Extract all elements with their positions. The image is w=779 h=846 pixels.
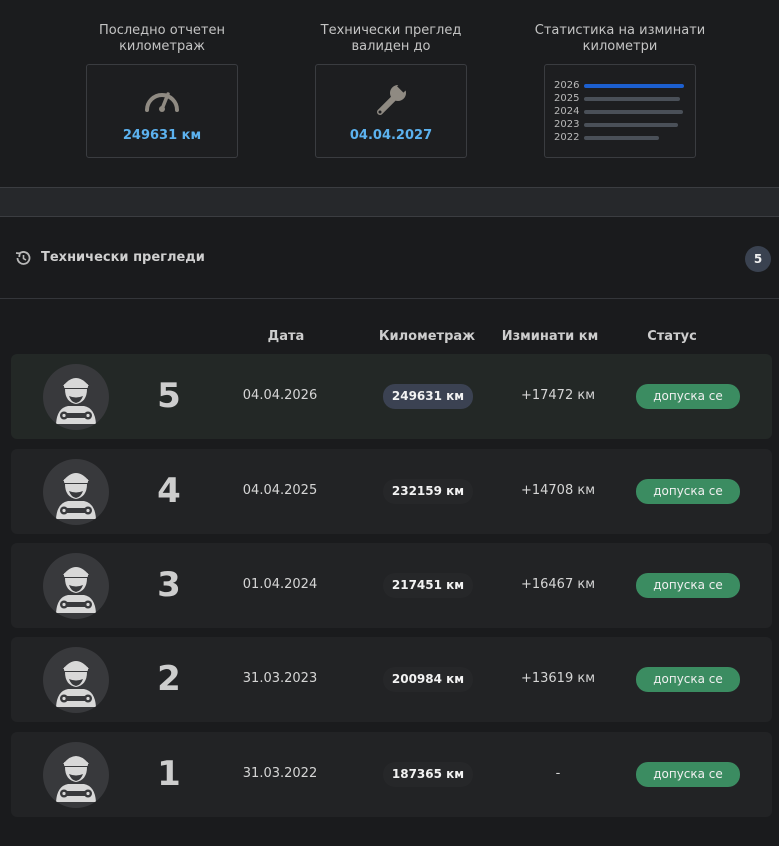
avatar bbox=[43, 364, 109, 430]
stat-year: 2023 bbox=[554, 119, 580, 130]
status-badge: допуска се bbox=[636, 479, 740, 504]
row-mileage-badge: 232159 км bbox=[383, 479, 473, 504]
status-badge: допуска се bbox=[636, 384, 740, 409]
row-date: 31.03.2022 bbox=[242, 766, 318, 781]
count-badge: 5 bbox=[745, 246, 771, 272]
summary-panel: Последно отчетен километраж 249631 км Те… bbox=[0, 0, 779, 187]
stat-bar bbox=[584, 110, 683, 114]
row-diff: +17472 км bbox=[520, 388, 596, 403]
col-header-mileage: Километраж bbox=[378, 329, 476, 344]
row-diff: +14708 км bbox=[520, 483, 596, 498]
table-row[interactable]: 1 31.03.2022 187365 км - допуска се bbox=[11, 732, 772, 817]
row-date: 04.04.2026 bbox=[242, 388, 318, 403]
inspection-card-title: Технически преглед валиден до bbox=[320, 23, 462, 54]
mileage-value: 249631 км bbox=[122, 128, 202, 143]
inspection-value: 04.04.2027 bbox=[349, 128, 433, 143]
row-diff: - bbox=[555, 766, 561, 781]
inspections-section-header: Технически прегледи 5 bbox=[0, 217, 779, 299]
avatar bbox=[43, 459, 109, 525]
status-badge: допуска се bbox=[636, 667, 740, 692]
stat-year: 2024 bbox=[554, 106, 580, 117]
stat-year: 2025 bbox=[554, 93, 580, 104]
row-mileage-badge: 187365 км bbox=[383, 762, 473, 787]
row-date: 31.03.2023 bbox=[242, 671, 318, 686]
stat-bar bbox=[584, 84, 684, 88]
row-number: 2 bbox=[157, 659, 181, 699]
mechanic-icon bbox=[56, 661, 96, 707]
mechanic-icon bbox=[56, 473, 96, 519]
stat-year: 2022 bbox=[554, 132, 580, 143]
inspection-card-box: 04.04.2027 bbox=[315, 64, 467, 158]
row-mileage-badge: 249631 км bbox=[383, 384, 473, 409]
row-number: 3 bbox=[157, 565, 181, 605]
avatar bbox=[43, 553, 109, 619]
row-number: 1 bbox=[157, 754, 181, 794]
status-badge: допуска се bbox=[636, 762, 740, 787]
divider-band bbox=[0, 187, 779, 217]
stat-bar bbox=[584, 136, 659, 140]
mechanic-icon bbox=[56, 567, 96, 613]
status-badge: допуска се bbox=[636, 573, 740, 598]
section-title: Технически прегледи bbox=[41, 250, 205, 265]
mechanic-icon bbox=[56, 378, 96, 424]
mileage-card-title: Последно отчетен километраж bbox=[98, 23, 226, 54]
stats-card-title: Статистика на изминати километри bbox=[534, 23, 706, 54]
mileage-card-box: 249631 км bbox=[86, 64, 238, 158]
row-date: 01.04.2024 bbox=[242, 577, 318, 592]
speedometer-icon bbox=[145, 92, 179, 112]
row-mileage-badge: 217451 км bbox=[383, 573, 473, 598]
table-row[interactable]: 3 01.04.2024 217451 км +16467 км допуска се bbox=[11, 543, 772, 628]
mechanic-icon bbox=[56, 756, 96, 802]
row-mileage-badge: 200984 км bbox=[383, 667, 473, 692]
table-row[interactable]: 2 31.03.2023 200984 км +13619 км допуска се bbox=[11, 637, 772, 722]
row-diff: +16467 км bbox=[520, 577, 596, 592]
stat-bar bbox=[584, 123, 679, 127]
row-number: 4 bbox=[157, 471, 181, 511]
row-date: 04.04.2025 bbox=[242, 483, 318, 498]
row-diff: +13619 км bbox=[520, 671, 596, 686]
col-header-diff: Изминати км bbox=[501, 329, 599, 344]
table-row[interactable]: 4 04.04.2025 232159 км +14708 км допуска се bbox=[11, 449, 772, 534]
stat-year: 2026 bbox=[554, 80, 580, 91]
table-row[interactable]: 5 04.04.2026 249631 км +17472 км допуска се bbox=[11, 354, 772, 439]
history-icon bbox=[15, 251, 31, 265]
wrench-icon bbox=[377, 81, 409, 115]
avatar bbox=[43, 647, 109, 713]
stats-card-box: 2026 2025 2024 2023 2022 bbox=[544, 64, 696, 158]
avatar bbox=[43, 742, 109, 808]
row-number: 5 bbox=[157, 376, 181, 416]
col-header-date: Дата bbox=[267, 329, 305, 344]
stat-bar bbox=[584, 97, 681, 101]
col-header-status: Статус bbox=[647, 329, 697, 344]
